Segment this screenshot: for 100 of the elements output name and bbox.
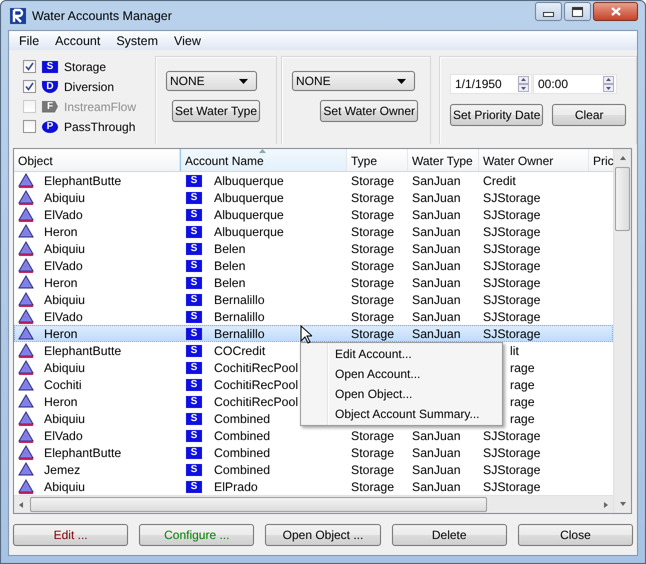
- water-type: SanJuan: [412, 224, 461, 238]
- scroll-thumb[interactable]: [615, 167, 630, 231]
- object-name: Abiquiu: [44, 480, 86, 494]
- spinner-icon[interactable]: [518, 76, 529, 92]
- object-cell[interactable]: Heron: [15, 394, 181, 409]
- object-cell[interactable]: ElephantButte: [15, 173, 181, 188]
- object-cell[interactable]: Abiquiu: [15, 479, 181, 494]
- water-owner-dropdown[interactable]: NONE: [292, 71, 415, 91]
- account-name: Albuquerque: [214, 208, 284, 222]
- water-type: SanJuan: [412, 292, 461, 306]
- object-name: ElVado: [44, 258, 83, 272]
- marked-triangle-icon: [18, 207, 34, 222]
- object-cell[interactable]: ElephantButte: [15, 343, 181, 358]
- object-name: Heron: [44, 224, 78, 238]
- set-water-owner-button[interactable]: Set Water Owner: [320, 100, 418, 122]
- water-type: SanJuan: [412, 462, 461, 476]
- water-type: SanJuan: [412, 276, 461, 290]
- object-cell[interactable]: Cochiti: [15, 377, 181, 392]
- action-button[interactable]: Edit ...: [13, 524, 128, 546]
- object-cell[interactable]: ElVado: [15, 428, 181, 443]
- account-type: Storage: [351, 224, 394, 238]
- account-name: CochitiRecPool: [214, 394, 298, 408]
- object-cell[interactable]: Abiquiu: [15, 241, 181, 256]
- menu-item[interactable]: System: [108, 34, 166, 48]
- context-menu-item[interactable]: Object Account Summary...: [303, 404, 500, 424]
- account-name: Belen: [214, 258, 246, 272]
- account-type-badge: D: [42, 80, 58, 92]
- object-cell[interactable]: Abiquiu: [15, 360, 181, 375]
- column-header[interactable]: Water Owner: [479, 149, 589, 171]
- close-button[interactable]: [593, 2, 638, 21]
- filter-label: PassThrough: [64, 120, 136, 134]
- object-name: ElephantButte: [44, 446, 122, 460]
- triangle-icon: [18, 462, 34, 477]
- account-name: ElPrado: [214, 480, 258, 494]
- triangle-icon: [18, 326, 34, 341]
- minimize-button[interactable]: [535, 2, 562, 21]
- account-name: CochitiRecPool: [214, 378, 298, 392]
- account-name: Albuquerque: [214, 224, 284, 238]
- window-title: Water Accounts Manager: [32, 8, 172, 22]
- marked-triangle-icon: [18, 258, 34, 273]
- storage-badge: S: [186, 396, 202, 408]
- marked-triangle-icon: [18, 445, 34, 460]
- water-type: SanJuan: [412, 480, 461, 494]
- checkbox[interactable]: [23, 60, 36, 73]
- object-cell[interactable]: Heron: [15, 275, 181, 290]
- account-type-badge: F: [42, 100, 58, 112]
- object-cell[interactable]: Abiquiu: [15, 411, 181, 426]
- context-menu-item[interactable]: Open Object...: [303, 384, 500, 404]
- column-header[interactable]: Water Type: [408, 149, 479, 171]
- action-button[interactable]: Delete: [392, 524, 507, 546]
- spinner-icon[interactable]: [603, 76, 614, 92]
- context-menu-item[interactable]: Edit Account...: [303, 344, 500, 364]
- account-name: Belen: [214, 242, 246, 256]
- action-button[interactable]: Configure ...: [139, 524, 254, 546]
- account-name: Combined: [214, 428, 270, 442]
- account-name: Bernalillo: [214, 326, 265, 340]
- checkbox[interactable]: [23, 80, 36, 93]
- marked-triangle-icon: [18, 292, 34, 307]
- column-header[interactable]: Account Name: [180, 149, 347, 171]
- water-owner: SJStorage: [483, 480, 540, 494]
- water-type: SanJuan: [412, 174, 461, 188]
- action-button[interactable]: Close: [518, 524, 634, 546]
- storage-badge: S: [186, 294, 202, 306]
- maximize-button[interactable]: [564, 2, 591, 21]
- object-cell[interactable]: Heron: [15, 326, 181, 341]
- water-type: SanJuan: [412, 310, 461, 324]
- object-cell[interactable]: ElephantButte: [15, 445, 181, 460]
- horizontal-scrollbar[interactable]: [14, 495, 613, 513]
- menu-item[interactable]: File: [11, 34, 48, 48]
- object-cell[interactable]: ElVado: [15, 207, 181, 222]
- time-field[interactable]: 00:00: [533, 74, 617, 94]
- scroll-thumb[interactable]: [30, 497, 487, 512]
- object-name: Abiquiu: [44, 412, 86, 426]
- object-cell[interactable]: ElVado: [15, 258, 181, 273]
- checkbox[interactable]: [23, 120, 36, 133]
- menu-item[interactable]: Account: [47, 34, 108, 48]
- date-field[interactable]: 1/1/1950: [450, 74, 532, 94]
- set-priority-date-button[interactable]: Set Priority Date: [450, 104, 544, 126]
- set-water-type-button[interactable]: Set Water Type: [172, 100, 260, 122]
- clear-button[interactable]: Clear: [552, 104, 626, 126]
- context-menu-item[interactable]: Open Account...: [303, 364, 500, 384]
- water-owner: rage: [510, 412, 535, 426]
- vertical-scrollbar[interactable]: [613, 149, 631, 513]
- water-type-dropdown[interactable]: NONE: [166, 71, 257, 91]
- object-cell[interactable]: ElVado: [15, 309, 181, 324]
- object-cell[interactable]: Jemez: [15, 462, 181, 477]
- marked-triangle-icon: [18, 411, 34, 426]
- object-name: Cochiti: [44, 378, 82, 392]
- column-header[interactable]: Type: [347, 149, 408, 171]
- object-cell[interactable]: Heron: [15, 224, 181, 239]
- menu-item[interactable]: View: [166, 34, 209, 48]
- marked-triangle-icon: [18, 479, 34, 494]
- storage-badge: S: [186, 362, 202, 374]
- close-icon: [610, 7, 620, 16]
- object-name: ElVado: [44, 428, 83, 442]
- object-cell[interactable]: Abiquiu: [15, 292, 181, 307]
- sort-arrow-icon: [259, 149, 266, 153]
- object-name: ElVado: [44, 310, 83, 324]
- action-button[interactable]: Open Object ...: [265, 524, 381, 546]
- object-cell[interactable]: Abiquiu: [15, 190, 181, 205]
